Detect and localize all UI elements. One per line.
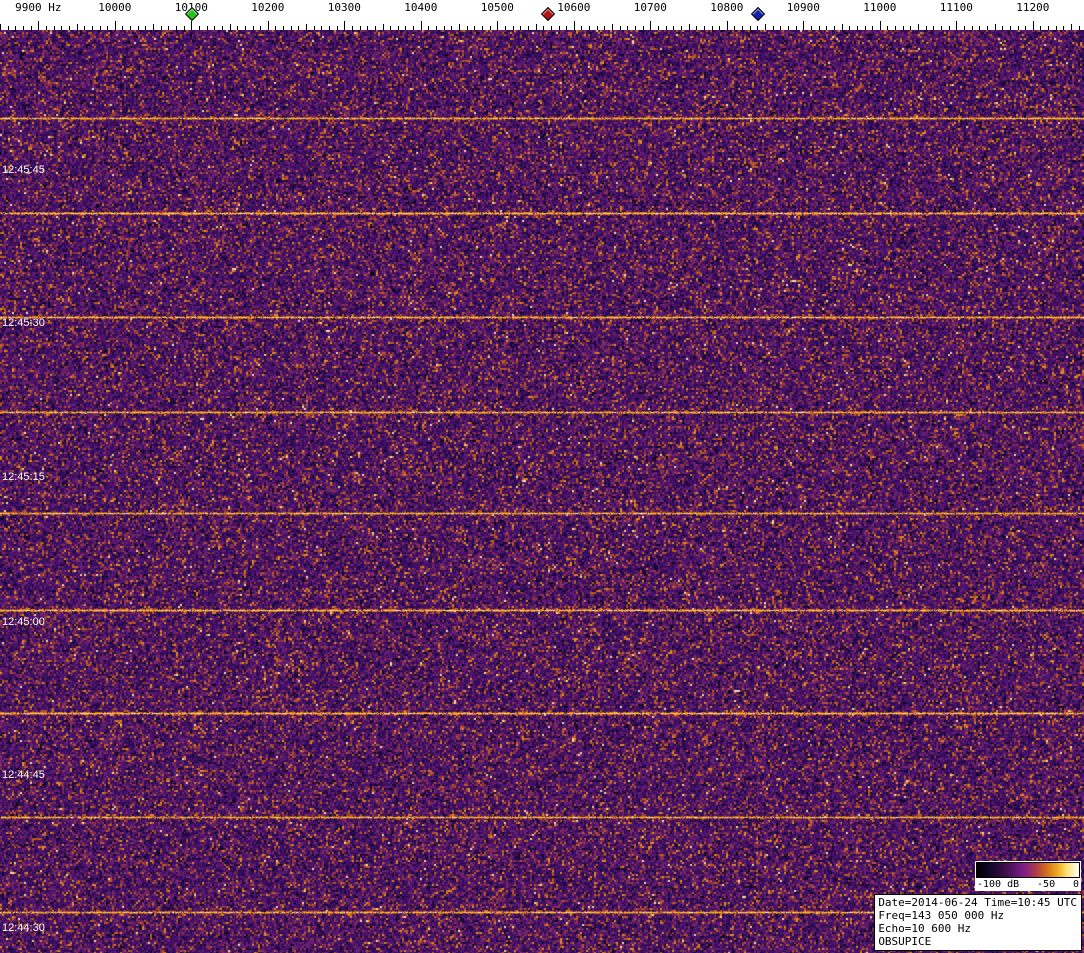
- observation-info-box: Date=2014-06-24 Time=10:45 UTC Freq=143 …: [874, 894, 1082, 951]
- info-station-line: OBSUPICE: [878, 935, 1077, 948]
- ruler-tick: [727, 21, 728, 30]
- ruler-tick-label: 10700: [634, 1, 667, 14]
- ruler-tick-label: 10500: [481, 1, 514, 14]
- colorbar-gradient: [976, 862, 1080, 878]
- frequency-ruler: 9900 Hz100001010010200103001040010500106…: [0, 0, 1084, 30]
- ruler-tick-label: 9900 Hz: [15, 1, 61, 14]
- ruler-tick: [880, 21, 881, 30]
- time-label: 12:45:15: [2, 471, 45, 483]
- ruler-tick-label: 10200: [251, 1, 284, 14]
- ruler-tick: [191, 21, 192, 30]
- red-marker-icon[interactable]: [540, 7, 554, 21]
- info-echo-line: Echo=10 600 Hz: [878, 922, 1077, 935]
- ruler-tick-label: 10400: [404, 1, 437, 14]
- time-label: 12:45:30: [2, 317, 45, 329]
- colorbar-labels: -100 dB -50 0: [976, 878, 1080, 891]
- spectrogram-canvas: [0, 30, 1084, 953]
- ruler-tick-label: 10300: [328, 1, 361, 14]
- colorbar-label-mid: -50: [1037, 879, 1055, 890]
- colorbar: -100 dB -50 0: [975, 861, 1081, 891]
- time-label: 12:45:45: [2, 164, 45, 176]
- ruler-tick: [421, 21, 422, 30]
- time-label: 12:44:30: [2, 922, 45, 934]
- blue-marker-icon[interactable]: [751, 7, 765, 21]
- ruler-tick-label: 10800: [710, 1, 743, 14]
- time-label: 12:44:45: [2, 769, 45, 781]
- ruler-tick-label: 11000: [863, 1, 896, 14]
- spectrogram-app: 9900 Hz100001010010200103001040010500106…: [0, 0, 1084, 953]
- ruler-tick: [344, 21, 345, 30]
- spectrogram-area: 12:45:45 12:45:30 12:45:15 12:45:00 12:44:45…: [0, 30, 1084, 953]
- info-freq-line: Freq=143 050 000 Hz: [878, 909, 1077, 922]
- ruler-tick-label: 10900: [787, 1, 820, 14]
- time-label: 12:45:00: [2, 616, 45, 628]
- ruler-tick: [268, 21, 269, 30]
- ruler-tick: [38, 21, 39, 30]
- ruler-tick-label: 11100: [940, 1, 973, 14]
- ruler-tick-label: 10600: [557, 1, 590, 14]
- colorbar-label-min: -100 dB: [977, 879, 1019, 890]
- ruler-tick: [574, 21, 575, 30]
- ruler-tick: [497, 21, 498, 30]
- ruler-tick: [803, 21, 804, 30]
- colorbar-label-max: 0: [1073, 879, 1079, 890]
- ruler-tick: [115, 21, 116, 30]
- info-date-line: Date=2014-06-24 Time=10:45 UTC: [878, 896, 1077, 909]
- ruler-tick: [650, 21, 651, 30]
- ruler-tick-label: 11200: [1016, 1, 1049, 14]
- ruler-tick: [956, 21, 957, 30]
- ruler-tick-label: 10000: [98, 1, 131, 14]
- ruler-tick: [1033, 21, 1034, 30]
